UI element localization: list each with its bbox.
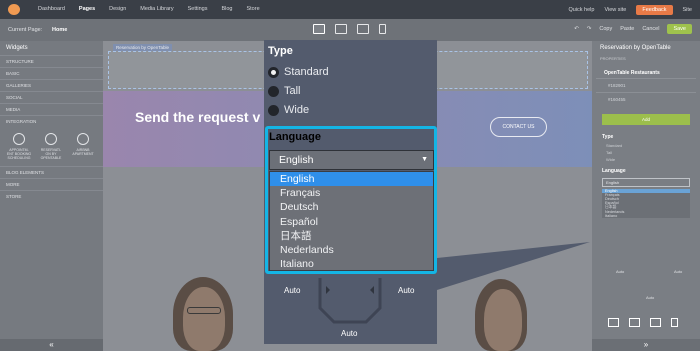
device-switcher (313, 24, 386, 34)
language-options: English Français Deutsch Español 日本語 Ned… (602, 189, 690, 218)
language-dropdown-list: English Français Deutsch Español 日本語 Ned… (269, 171, 434, 271)
nav-dashboard[interactable]: Dashboard (38, 6, 65, 12)
auto-label-right: Auto (398, 286, 415, 295)
type-heading: Type (602, 134, 614, 140)
tablet-landscape-view-icon[interactable] (357, 24, 369, 34)
widget-opentable[interactable]: RESERVATI- ON BY OPENTABLE (38, 133, 64, 160)
type-tall-radio[interactable]: Tall (268, 85, 301, 97)
type-wide-radio[interactable]: Wide (592, 156, 700, 163)
auto-label-bottom: Auto (341, 329, 358, 338)
nav-design[interactable]: Design (109, 6, 126, 12)
type-standard-radio[interactable]: Standard (268, 66, 329, 78)
save-button[interactable]: Save (667, 24, 692, 34)
page-toolbar: Current Page: Home ↶ ↷ Copy Paste Cancel… (0, 19, 700, 41)
toolbar-actions: ↶ ↷ Copy Paste Cancel Save (574, 24, 692, 34)
restaurants-heading: OpenTable Restaurants (604, 70, 660, 76)
language-highlight: Language English ▼ English Français Deut… (265, 126, 437, 274)
cancel-button[interactable]: Cancel (642, 26, 659, 32)
category-integration[interactable]: INTEGRATION (0, 115, 103, 127)
language-option-espanol[interactable]: Español (270, 215, 433, 229)
properties-panel: Reservation by OpenTable PROPERTIES Open… (592, 41, 700, 351)
add-restaurant-button[interactable]: Add (602, 114, 690, 125)
language-option-italiano[interactable]: Italiano (270, 257, 433, 271)
language-option-deutsch[interactable]: Deutsch (270, 200, 433, 214)
current-page-label: Current Page: (8, 27, 43, 33)
language-heading: Language (602, 168, 626, 174)
widgets-panel: Widgets STRUCTURE BASIC GALLERIES SOCIAL… (0, 41, 103, 351)
language-select[interactable]: English (602, 178, 690, 187)
nav-store[interactable]: Store (246, 6, 259, 12)
redo-icon[interactable]: ↷ (587, 26, 592, 32)
main-nav: Dashboard Pages Design Media Library Set… (38, 6, 260, 12)
tablet-icon[interactable] (629, 318, 640, 327)
language-option-francais[interactable]: Français (270, 186, 433, 200)
nav-settings[interactable]: Settings (188, 6, 208, 12)
auto-label: Auto (646, 295, 655, 300)
nav-media-library[interactable]: Media Library (140, 6, 173, 12)
mobile-view-icon[interactable] (379, 24, 386, 34)
view-site-link[interactable]: View site (604, 7, 626, 13)
desktop-icon[interactable] (608, 318, 619, 327)
category-more[interactable]: MORE (0, 178, 103, 190)
type-wide-radio[interactable]: Wide (268, 104, 309, 116)
appointment-icon (13, 133, 25, 145)
language-option-english[interactable]: English (270, 172, 433, 187)
feedback-button[interactable]: Feedback (636, 5, 673, 15)
user-menu[interactable]: Site (683, 7, 692, 13)
radio-selected-icon (268, 66, 279, 78)
category-galleries[interactable]: GALLERIES (0, 79, 103, 91)
language-select[interactable]: English ▼ (269, 150, 434, 170)
undo-icon[interactable]: ↶ (574, 26, 579, 32)
airbnb-icon (77, 133, 89, 145)
widget-airbnb[interactable]: AIRBNB APARTMENT (70, 133, 96, 160)
category-media[interactable]: MEDIA (0, 103, 103, 115)
auto-label: Auto (616, 269, 625, 274)
nav-pages[interactable]: Pages (79, 6, 95, 12)
language-option-nederlands[interactable]: Nederlands (270, 243, 433, 257)
tablet-landscape-icon[interactable] (650, 318, 661, 327)
category-structure[interactable]: STRUCTURE (0, 55, 103, 67)
auto-label-left: Auto (284, 286, 301, 295)
paste-button[interactable]: Paste (620, 26, 634, 32)
top-right-actions: Quick help View site Feedback Site (568, 5, 692, 15)
category-social[interactable]: SOCIAL (0, 91, 103, 103)
nav-blog[interactable]: Blog (221, 6, 232, 12)
language-option-japanese[interactable]: 日本語 (270, 229, 433, 243)
radio-icon (268, 104, 279, 116)
radio-icon (268, 85, 279, 97)
widget-label: Reservation by OpenTable (113, 44, 173, 51)
panel-title: Reservation by OpenTable (600, 45, 671, 51)
autofit-diagram (318, 278, 382, 324)
type-standard-radio[interactable]: Standard (592, 142, 700, 149)
language-heading: Language (269, 131, 321, 143)
tablet-view-icon[interactable] (335, 24, 347, 34)
widgets-title: Widgets (6, 45, 28, 51)
type-tall-radio[interactable]: Tall (592, 149, 700, 156)
auto-label: Auto (674, 269, 683, 274)
language-option[interactable]: Italiano (602, 214, 690, 218)
contact-us-button[interactable]: CONTACT US (490, 117, 547, 137)
collapse-left-panel-icon[interactable]: « (0, 339, 103, 351)
copy-button[interactable]: Copy (599, 26, 612, 32)
restaurant-row[interactable]: #182901 (596, 78, 696, 92)
dropdown-arrow-icon: ▼ (421, 156, 428, 163)
top-navigation-bar: Dashboard Pages Design Media Library Set… (0, 0, 700, 19)
restaurant-row[interactable]: #160455 (596, 92, 696, 106)
properties-label: PROPERTIES (600, 56, 626, 61)
integration-widgets: APPOINTM- ENT BOOKING SCHEDULING RESERVA… (0, 127, 103, 166)
opentable-icon (45, 133, 57, 145)
collapse-right-panel-icon[interactable]: » (592, 339, 700, 351)
current-page-select[interactable]: Home (52, 27, 67, 33)
category-store[interactable]: STORE (0, 190, 103, 202)
widget-appointment[interactable]: APPOINTM- ENT BOOKING SCHEDULING (6, 133, 32, 160)
mobile-icon[interactable] (671, 318, 678, 327)
type-heading: Type (268, 45, 293, 57)
desktop-view-icon[interactable] (313, 24, 325, 34)
category-blog-elements[interactable]: BLOG ELEMENTS (0, 166, 103, 178)
quick-help-link[interactable]: Quick help (568, 7, 594, 13)
category-basic[interactable]: BASIC (0, 67, 103, 79)
hero-heading: Send the request v (135, 109, 261, 125)
device-icons (608, 318, 678, 327)
app-logo-icon[interactable] (8, 4, 20, 15)
